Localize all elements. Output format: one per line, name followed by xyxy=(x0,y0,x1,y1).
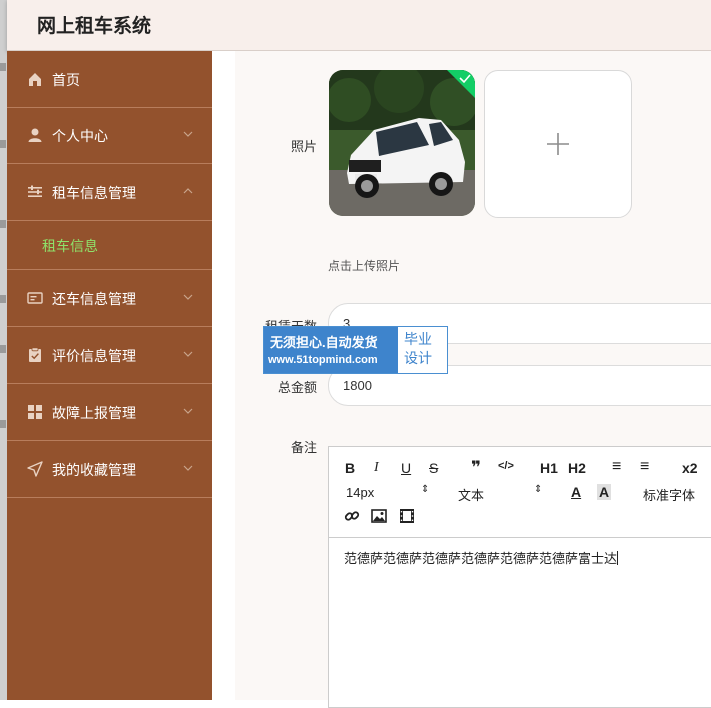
text-caret xyxy=(617,551,619,565)
submenu-item-label: 租车信息 xyxy=(42,238,98,254)
sidebar-item-label: 我的收藏管理 xyxy=(52,462,136,478)
blockquote-button[interactable]: ❞ xyxy=(471,458,481,478)
code-button[interactable]: </> xyxy=(498,460,514,472)
ordered-list-button[interactable]: ≡ xyxy=(612,458,621,476)
rich-text-editor: B I U S ❞ </> H1 H2 ≡ ≡ x2 14px ⇕ 文本 ⇕ A… xyxy=(328,446,711,708)
sidebar-item-fault-report-management[interactable]: 故障上报管理 xyxy=(7,384,212,441)
watermark-line2: www.51topmind.com xyxy=(268,354,378,366)
background-color-button[interactable]: A xyxy=(597,484,612,500)
sidebar-item-label: 评价信息管理 xyxy=(52,348,136,364)
link-icon[interactable] xyxy=(344,508,360,524)
top-header: 网上租车系统 xyxy=(7,0,711,51)
underline-button[interactable]: U xyxy=(401,460,411,476)
content-gutter xyxy=(212,51,235,700)
edge-mark xyxy=(0,345,6,353)
watermark-left: 无须担心.自动发货 www.51topmind.com xyxy=(264,327,398,373)
photo-upload-button[interactable] xyxy=(484,70,632,218)
font-size-select-arrows[interactable]: ⇕ xyxy=(421,484,429,495)
chevron-down-icon xyxy=(183,351,193,357)
card-icon xyxy=(27,292,43,304)
strikethrough-button[interactable]: S xyxy=(429,460,438,476)
sliders-icon xyxy=(28,185,42,197)
editor-text: 范德萨范德萨范德萨范德萨范德萨范德萨富士达 xyxy=(344,551,618,566)
sidebar-item-favorites-management[interactable]: 我的收藏管理 xyxy=(7,441,212,498)
left-window-edge xyxy=(0,0,7,700)
car-photo-thumbnail[interactable] xyxy=(329,70,475,216)
header2-button[interactable]: H2 xyxy=(568,460,586,476)
home-icon xyxy=(29,73,41,86)
app-title: 网上租车系统 xyxy=(37,16,152,37)
chevron-down-icon xyxy=(183,131,193,137)
plus-icon xyxy=(547,133,569,155)
sidebar-item-review-info-management[interactable]: 评价信息管理 xyxy=(7,327,212,384)
send-icon xyxy=(27,461,43,477)
sidebar-item-label: 还车信息管理 xyxy=(52,291,136,307)
video-icon[interactable] xyxy=(399,508,415,524)
sidebar-item-personal-center[interactable]: 个人中心 xyxy=(7,107,212,164)
submenu-item-rental-info[interactable]: 租车信息 xyxy=(7,214,212,270)
sidebar-item-label: 首页 xyxy=(52,72,80,88)
total-amount-label: 总金额 xyxy=(277,380,317,395)
chevron-down-icon xyxy=(183,465,193,471)
watermark-right-line2: 设计 xyxy=(404,350,432,366)
chevron-down-icon xyxy=(183,294,193,300)
remark-label: 备注 xyxy=(290,440,317,455)
watermark-banner: 无须担心.自动发货 www.51topmind.com 毕业 设计 xyxy=(263,326,448,374)
total-amount-value: 1800 xyxy=(343,378,372,393)
sidebar: 首页 个人中心 租车信息管理 租车信息 还车信息管理 评价信息管理 故障上报管理… xyxy=(7,51,212,700)
photo-label: 照片 xyxy=(290,139,317,154)
watermark-right: 毕业 设计 xyxy=(404,330,444,368)
image-icon[interactable] xyxy=(371,508,387,524)
clipboard-check-icon xyxy=(29,347,41,362)
bullet-list-button[interactable]: ≡ xyxy=(640,458,649,476)
upload-hint: 点击上传照片 xyxy=(328,259,401,273)
editor-toolbar: B I U S ❞ </> H1 H2 ≡ ≡ x2 14px ⇕ 文本 ⇕ A… xyxy=(329,447,711,538)
font-family-select[interactable]: 标准字体 xyxy=(643,485,695,504)
edge-mark xyxy=(0,420,6,428)
watermark-line1: 无须担心.自动发货 xyxy=(270,335,378,350)
watermark-right-line1: 毕业 xyxy=(404,331,432,347)
edge-mark xyxy=(0,63,6,71)
sidebar-item-label: 故障上报管理 xyxy=(52,405,136,421)
car-photo xyxy=(329,70,475,216)
sidebar-item-return-info-management[interactable]: 还车信息管理 xyxy=(7,270,212,327)
edge-mark xyxy=(0,140,6,148)
subscript-button[interactable]: x2 xyxy=(682,460,698,476)
paragraph-select-arrows[interactable]: ⇕ xyxy=(534,484,542,495)
sidebar-item-label: 个人中心 xyxy=(52,128,108,144)
chevron-up-icon xyxy=(183,188,193,194)
font-color-button[interactable]: A xyxy=(571,484,581,500)
paragraph-select[interactable]: 文本 xyxy=(458,485,484,504)
grid-icon xyxy=(28,405,42,419)
edge-mark xyxy=(0,220,6,228)
font-size-select[interactable]: 14px xyxy=(346,485,374,500)
sidebar-item-home[interactable]: 首页 xyxy=(7,51,212,108)
edge-mark xyxy=(0,295,6,303)
sidebar-item-rental-info-management[interactable]: 租车信息管理 xyxy=(7,164,212,221)
header1-button[interactable]: H1 xyxy=(540,460,558,476)
editor-content[interactable]: 范德萨范德萨范德萨范德萨范德萨范德萨富士达 xyxy=(344,548,619,567)
bold-button[interactable]: B xyxy=(345,460,355,476)
chevron-down-icon xyxy=(183,408,193,414)
italic-button[interactable]: I xyxy=(374,460,379,476)
user-icon xyxy=(28,128,42,142)
sidebar-item-label: 租车信息管理 xyxy=(52,185,136,201)
